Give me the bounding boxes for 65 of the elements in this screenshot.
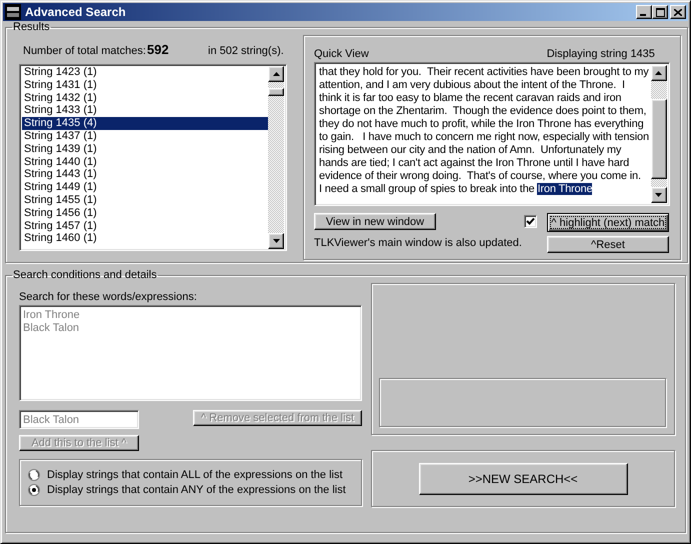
text-line: shortage on the Zhentarim. Though the evidence does point to them, <box>319 105 648 118</box>
up-arrow-icon <box>272 72 280 76</box>
scrollbar[interactable] <box>268 66 284 249</box>
list-item[interactable]: String 1460 (1) <box>22 232 268 246</box>
group-legend: Results <box>12 21 51 33</box>
text-line: think it is far too easy to blame the recent caravan raids and iron <box>319 92 622 105</box>
down-arrow-icon <box>655 193 662 197</box>
strings-count: in 502 string(s). <box>208 45 284 57</box>
list-item[interactable]: String 1439 (1) <box>22 142 268 156</box>
list-item[interactable]: String 1443 (1) <box>22 168 268 182</box>
scroll-down-button[interactable] <box>268 233 284 249</box>
text-line: to gain. I have much to concern me right now, especially with tension <box>319 131 649 144</box>
text-preview[interactable] <box>314 62 670 206</box>
list-item[interactable]: String 1433 (1) <box>22 104 268 118</box>
expressions-label: Search for these words/expressions: <box>19 291 198 303</box>
app-icon <box>5 4 21 20</box>
view-in-new-window-button[interactable]: View in new window <box>314 213 436 230</box>
window-title: Advanced Search <box>25 5 127 19</box>
maximize-icon <box>656 8 664 16</box>
text-line: that they hold for you. Their recent activities have been brought to my <box>319 66 649 79</box>
maximize-button[interactable] <box>652 5 668 19</box>
minimize-button[interactable] <box>636 5 652 19</box>
list-item[interactable]: String 1455 (1) <box>22 194 268 207</box>
displaying-label: Displaying string 1435 <box>546 48 655 60</box>
radio-label: Display strings that contain ANY of the expressions on the list <box>47 484 346 496</box>
radio-label: Display strings that contain ALL of the expressions on the list <box>47 469 343 481</box>
checkmark-icon <box>526 217 535 226</box>
highlight-checkbox[interactable] <box>524 215 537 228</box>
scroll-up-button[interactable] <box>650 65 667 81</box>
text-line: they do not have much to profit, while the Iron Throne has everything <box>319 118 645 131</box>
close-button[interactable] <box>670 5 686 19</box>
matches-label: Number of total matches: <box>23 45 147 57</box>
new-search-button[interactable]: >>NEW SEARCH<< <box>418 462 628 494</box>
list-item[interactable]: String 1431 (1) <box>22 78 268 92</box>
scrollbar[interactable] <box>650 65 667 203</box>
update-note: TLKViewer's main window is also updated. <box>314 237 523 249</box>
highlight-match-button[interactable]: ^ highlight (next) match <box>547 213 669 232</box>
list-item[interactable]: String 1437 (1) <box>22 130 268 143</box>
group-legend: Search conditions and details <box>12 269 158 281</box>
text-line: rising between our city and the nation of Amn. Unfortunately my <box>319 144 622 157</box>
list-item[interactable]: String 1423 (1) <box>22 66 268 79</box>
text-line: evidence of their wrong doing. That's of course, where you come in. <box>319 170 642 183</box>
list-item[interactable]: String 1440 (1) <box>22 156 268 168</box>
up-arrow-icon <box>655 71 662 75</box>
list-item[interactable]: String 1456 (1) <box>22 206 268 220</box>
results-list[interactable] <box>19 64 287 251</box>
close-icon <box>674 8 682 16</box>
text-line: hands are tied; I can't act against the Iron Throne until I have hard <box>319 157 630 170</box>
radio-button[interactable] <box>28 469 40 481</box>
radio-button[interactable] <box>28 484 40 496</box>
list-item[interactable]: String 1432 (1) <box>22 92 268 104</box>
matches-count: 592 <box>147 42 170 57</box>
reset-button[interactable]: ^Reset <box>547 236 669 253</box>
scroll-thumb[interactable] <box>268 88 284 96</box>
scroll-thumb[interactable] <box>650 99 667 179</box>
list-item[interactable]: String 1435 (4) <box>22 117 268 130</box>
quick-view-label: Quick View <box>314 48 369 60</box>
scroll-down-button[interactable] <box>650 187 667 203</box>
scroll-up-button[interactable] <box>268 66 284 82</box>
text-line: I need a small group of spies to break into the Iron Throne <box>319 183 594 196</box>
highlighted-match: Iron Throne <box>537 183 592 195</box>
list-item[interactable]: String 1457 (1) <box>22 220 268 232</box>
text-line: attention, and I am very dubious about the intent of the Throne. I <box>319 79 626 92</box>
down-arrow-icon <box>272 239 280 243</box>
list-item[interactable]: String 1449 (1) <box>22 181 268 194</box>
